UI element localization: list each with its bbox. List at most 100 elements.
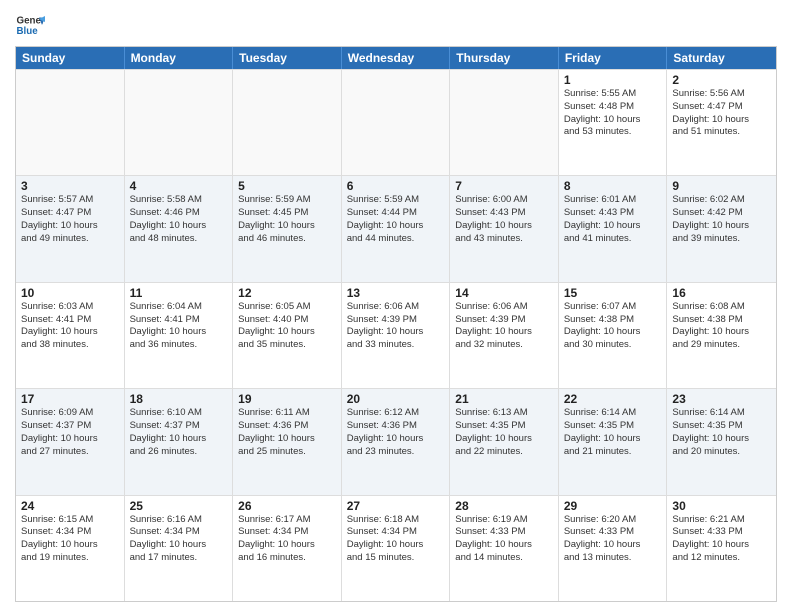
day-number: 21 (455, 392, 553, 406)
svg-text:Blue: Blue (17, 26, 39, 37)
calendar-cell: 7Sunrise: 6:00 AM Sunset: 4:43 PM Daylig… (450, 176, 559, 281)
day-info: Sunrise: 6:11 AM Sunset: 4:36 PM Dayligh… (238, 407, 336, 458)
day-info: Sunrise: 6:01 AM Sunset: 4:43 PM Dayligh… (564, 194, 662, 245)
calendar-row-1: 1Sunrise: 5:55 AM Sunset: 4:48 PM Daylig… (16, 69, 776, 175)
day-number: 10 (21, 286, 119, 300)
calendar-cell: 2Sunrise: 5:56 AM Sunset: 4:47 PM Daylig… (667, 70, 776, 175)
weekday-header-sunday: Sunday (16, 47, 125, 69)
day-number: 24 (21, 499, 119, 513)
calendar-cell: 14Sunrise: 6:06 AM Sunset: 4:39 PM Dayli… (450, 283, 559, 388)
day-info: Sunrise: 5:59 AM Sunset: 4:44 PM Dayligh… (347, 194, 445, 245)
weekday-header-friday: Friday (559, 47, 668, 69)
calendar-cell: 12Sunrise: 6:05 AM Sunset: 4:40 PM Dayli… (233, 283, 342, 388)
day-info: Sunrise: 6:07 AM Sunset: 4:38 PM Dayligh… (564, 301, 662, 352)
day-info: Sunrise: 6:09 AM Sunset: 4:37 PM Dayligh… (21, 407, 119, 458)
calendar: SundayMondayTuesdayWednesdayThursdayFrid… (15, 46, 777, 602)
calendar-row-4: 17Sunrise: 6:09 AM Sunset: 4:37 PM Dayli… (16, 388, 776, 494)
day-info: Sunrise: 6:19 AM Sunset: 4:33 PM Dayligh… (455, 514, 553, 565)
day-number: 20 (347, 392, 445, 406)
calendar-row-2: 3Sunrise: 5:57 AM Sunset: 4:47 PM Daylig… (16, 175, 776, 281)
day-info: Sunrise: 6:16 AM Sunset: 4:34 PM Dayligh… (130, 514, 228, 565)
day-info: Sunrise: 5:55 AM Sunset: 4:48 PM Dayligh… (564, 88, 662, 139)
day-number: 8 (564, 179, 662, 193)
day-number: 19 (238, 392, 336, 406)
logo-icon: General Blue (15, 10, 45, 40)
calendar-cell: 28Sunrise: 6:19 AM Sunset: 4:33 PM Dayli… (450, 496, 559, 601)
calendar-cell: 19Sunrise: 6:11 AM Sunset: 4:36 PM Dayli… (233, 389, 342, 494)
calendar-cell: 1Sunrise: 5:55 AM Sunset: 4:48 PM Daylig… (559, 70, 668, 175)
day-number: 18 (130, 392, 228, 406)
day-number: 4 (130, 179, 228, 193)
logo: General Blue (15, 10, 49, 40)
day-info: Sunrise: 6:20 AM Sunset: 4:33 PM Dayligh… (564, 514, 662, 565)
day-info: Sunrise: 6:15 AM Sunset: 4:34 PM Dayligh… (21, 514, 119, 565)
day-info: Sunrise: 6:21 AM Sunset: 4:33 PM Dayligh… (672, 514, 771, 565)
day-info: Sunrise: 6:00 AM Sunset: 4:43 PM Dayligh… (455, 194, 553, 245)
calendar-cell: 27Sunrise: 6:18 AM Sunset: 4:34 PM Dayli… (342, 496, 451, 601)
calendar-cell: 15Sunrise: 6:07 AM Sunset: 4:38 PM Dayli… (559, 283, 668, 388)
calendar-cell: 10Sunrise: 6:03 AM Sunset: 4:41 PM Dayli… (16, 283, 125, 388)
calendar-cell (233, 70, 342, 175)
day-info: Sunrise: 6:14 AM Sunset: 4:35 PM Dayligh… (672, 407, 771, 458)
day-info: Sunrise: 5:56 AM Sunset: 4:47 PM Dayligh… (672, 88, 771, 139)
calendar-cell: 24Sunrise: 6:15 AM Sunset: 4:34 PM Dayli… (16, 496, 125, 601)
day-number: 30 (672, 499, 771, 513)
day-number: 23 (672, 392, 771, 406)
day-info: Sunrise: 6:13 AM Sunset: 4:35 PM Dayligh… (455, 407, 553, 458)
day-number: 26 (238, 499, 336, 513)
day-number: 5 (238, 179, 336, 193)
day-info: Sunrise: 6:06 AM Sunset: 4:39 PM Dayligh… (347, 301, 445, 352)
calendar-header: SundayMondayTuesdayWednesdayThursdayFrid… (16, 47, 776, 69)
calendar-cell: 4Sunrise: 5:58 AM Sunset: 4:46 PM Daylig… (125, 176, 234, 281)
day-info: Sunrise: 5:57 AM Sunset: 4:47 PM Dayligh… (21, 194, 119, 245)
weekday-header-wednesday: Wednesday (342, 47, 451, 69)
day-number: 29 (564, 499, 662, 513)
day-number: 14 (455, 286, 553, 300)
day-info: Sunrise: 5:58 AM Sunset: 4:46 PM Dayligh… (130, 194, 228, 245)
day-number: 15 (564, 286, 662, 300)
weekday-header-thursday: Thursday (450, 47, 559, 69)
weekday-header-tuesday: Tuesday (233, 47, 342, 69)
day-number: 11 (130, 286, 228, 300)
day-number: 6 (347, 179, 445, 193)
weekday-header-saturday: Saturday (667, 47, 776, 69)
calendar-cell: 3Sunrise: 5:57 AM Sunset: 4:47 PM Daylig… (16, 176, 125, 281)
calendar-cell: 30Sunrise: 6:21 AM Sunset: 4:33 PM Dayli… (667, 496, 776, 601)
day-info: Sunrise: 6:14 AM Sunset: 4:35 PM Dayligh… (564, 407, 662, 458)
calendar-cell (450, 70, 559, 175)
calendar-cell: 26Sunrise: 6:17 AM Sunset: 4:34 PM Dayli… (233, 496, 342, 601)
day-info: Sunrise: 6:05 AM Sunset: 4:40 PM Dayligh… (238, 301, 336, 352)
day-info: Sunrise: 6:08 AM Sunset: 4:38 PM Dayligh… (672, 301, 771, 352)
calendar-cell (342, 70, 451, 175)
calendar-cell: 18Sunrise: 6:10 AM Sunset: 4:37 PM Dayli… (125, 389, 234, 494)
calendar-cell: 13Sunrise: 6:06 AM Sunset: 4:39 PM Dayli… (342, 283, 451, 388)
day-number: 25 (130, 499, 228, 513)
calendar-row-5: 24Sunrise: 6:15 AM Sunset: 4:34 PM Dayli… (16, 495, 776, 601)
day-number: 3 (21, 179, 119, 193)
header: General Blue (15, 10, 777, 40)
day-number: 7 (455, 179, 553, 193)
day-info: Sunrise: 6:04 AM Sunset: 4:41 PM Dayligh… (130, 301, 228, 352)
calendar-cell: 25Sunrise: 6:16 AM Sunset: 4:34 PM Dayli… (125, 496, 234, 601)
day-number: 17 (21, 392, 119, 406)
day-number: 2 (672, 73, 771, 87)
calendar-cell: 21Sunrise: 6:13 AM Sunset: 4:35 PM Dayli… (450, 389, 559, 494)
day-info: Sunrise: 6:12 AM Sunset: 4:36 PM Dayligh… (347, 407, 445, 458)
day-info: Sunrise: 6:10 AM Sunset: 4:37 PM Dayligh… (130, 407, 228, 458)
calendar-cell: 20Sunrise: 6:12 AM Sunset: 4:36 PM Dayli… (342, 389, 451, 494)
calendar-cell: 16Sunrise: 6:08 AM Sunset: 4:38 PM Dayli… (667, 283, 776, 388)
day-info: Sunrise: 6:17 AM Sunset: 4:34 PM Dayligh… (238, 514, 336, 565)
calendar-cell: 6Sunrise: 5:59 AM Sunset: 4:44 PM Daylig… (342, 176, 451, 281)
page: General Blue SundayMondayTuesdayWednesda… (0, 0, 792, 612)
day-number: 12 (238, 286, 336, 300)
calendar-cell: 11Sunrise: 6:04 AM Sunset: 4:41 PM Dayli… (125, 283, 234, 388)
day-number: 13 (347, 286, 445, 300)
day-info: Sunrise: 6:02 AM Sunset: 4:42 PM Dayligh… (672, 194, 771, 245)
day-number: 9 (672, 179, 771, 193)
day-number: 1 (564, 73, 662, 87)
day-info: Sunrise: 5:59 AM Sunset: 4:45 PM Dayligh… (238, 194, 336, 245)
calendar-cell: 17Sunrise: 6:09 AM Sunset: 4:37 PM Dayli… (16, 389, 125, 494)
day-info: Sunrise: 6:18 AM Sunset: 4:34 PM Dayligh… (347, 514, 445, 565)
calendar-row-3: 10Sunrise: 6:03 AM Sunset: 4:41 PM Dayli… (16, 282, 776, 388)
weekday-header-monday: Monday (125, 47, 234, 69)
